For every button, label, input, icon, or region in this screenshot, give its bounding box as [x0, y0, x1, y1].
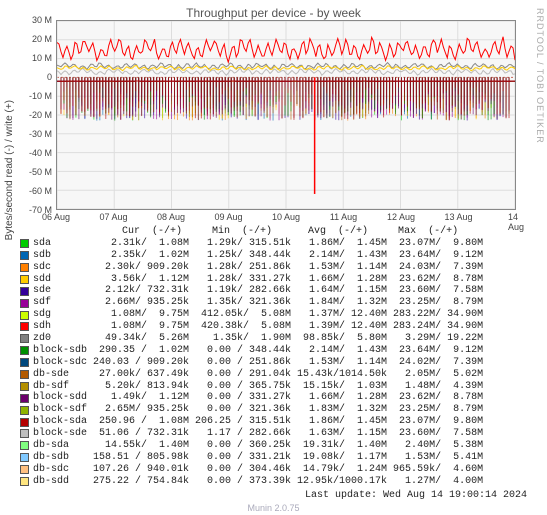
legend-row: sdg 1.08M/ 9.75M 412.05k/ 5.08M 1.37M/ 1…	[20, 309, 530, 321]
legend-row: db-sda 14.55k/ 1.40M 0.00 / 360.25k 19.3…	[20, 440, 530, 452]
legend-text: block-sdc 240.03 / 909.20k 0.00 / 251.86…	[33, 357, 483, 369]
legend-swatch	[20, 453, 29, 462]
legend-text: sdb 2.35k/ 1.02M 1.25k/ 348.44k 2.14M/ 1…	[33, 250, 483, 262]
legend-swatch	[20, 465, 29, 474]
y-axis-label: Bytes/second read (-) / write (+)	[4, 100, 15, 240]
legend-text: db-sde 27.00k/ 637.49k 0.00 / 291.04k 15…	[33, 369, 483, 381]
legend-swatch	[20, 263, 29, 272]
legend-text: zd0 49.34k/ 5.26M 1.35k/ 1.90M 98.85k/ 5…	[33, 333, 483, 345]
legend-row: sdd 3.56k/ 1.12M 1.28k/ 331.27k 1.66M/ 1…	[20, 273, 530, 285]
y-tick: -10 M	[29, 91, 52, 101]
x-tick: 13 Aug	[444, 212, 472, 222]
legend-swatch	[20, 441, 29, 450]
x-tick: 07 Aug	[99, 212, 127, 222]
legend-text: sdf 2.66M/ 935.25k 1.35k/ 321.36k 1.84M/…	[33, 297, 483, 309]
legend-row: db-sde 27.00k/ 637.49k 0.00 / 291.04k 15…	[20, 369, 530, 381]
legend-row: block-sde 51.06 / 732.31k 1.17 / 282.66k…	[20, 428, 530, 440]
legend-swatch	[20, 346, 29, 355]
last-update: Last update: Wed Aug 14 19:00:14 2024	[305, 490, 527, 501]
y-tick: -50 M	[29, 167, 52, 177]
legend-swatch	[20, 275, 29, 284]
legend-row: block-sdd 1.49k/ 1.12M 0.00 / 331.27k 1.…	[20, 392, 530, 404]
x-tick: 09 Aug	[214, 212, 242, 222]
legend-row: sdh 1.08M/ 9.75M 420.38k/ 5.08M 1.39M/ 1…	[20, 321, 530, 333]
y-tick: -60 M	[29, 186, 52, 196]
legend-header: Cur (-/+) Min (-/+) Avg (-/+) Max (-/+)	[20, 226, 530, 238]
y-tick: 0	[47, 72, 52, 82]
legend-swatch	[20, 287, 29, 296]
legend-text: sde 2.12k/ 732.31k 1.19k/ 282.66k 1.64M/…	[33, 285, 483, 297]
legend-text: sdd 3.56k/ 1.12M 1.28k/ 331.27k 1.66M/ 1…	[33, 274, 483, 286]
legend-swatch	[20, 429, 29, 438]
legend-text: sda 2.31k/ 1.08M 1.29k/ 315.51k 1.86M/ 1…	[33, 238, 483, 250]
legend-text: sdc 2.30k/ 909.20k 1.28k/ 251.86k 1.53M/…	[33, 262, 483, 274]
legend-row: zd0 49.34k/ 5.26M 1.35k/ 1.90M 98.85k/ 5…	[20, 333, 530, 345]
y-tick: 20 M	[32, 34, 52, 44]
y-tick: -30 M	[29, 129, 52, 139]
legend-swatch	[20, 239, 29, 248]
legend-row: db-sdd 275.22 / 754.84k 0.00 / 373.39k 1…	[20, 476, 530, 488]
legend-text: block-sdf 2.65M/ 935.25k 0.00 / 321.36k …	[33, 404, 483, 416]
plot-area	[56, 20, 516, 210]
legend-row: sdb 2.35k/ 1.02M 1.25k/ 348.44k 2.14M/ 1…	[20, 250, 530, 262]
legend-swatch	[20, 334, 29, 343]
legend-swatch	[20, 299, 29, 308]
legend-row: sdc 2.30k/ 909.20k 1.28k/ 251.86k 1.53M/…	[20, 262, 530, 274]
legend-row: block-sdf 2.65M/ 935.25k 0.00 / 321.36k …	[20, 404, 530, 416]
x-tick: 06 Aug	[42, 212, 70, 222]
watermark: RRDTOOL / TOBI OETIKER	[535, 8, 545, 144]
legend-text: sdg 1.08M/ 9.75M 412.05k/ 5.08M 1.37M/ 1…	[33, 309, 483, 321]
legend-row: sdf 2.66M/ 935.25k 1.35k/ 321.36k 1.84M/…	[20, 297, 530, 309]
legend-text: block-sda 250.96 / 1.08M 206.25 / 315.51…	[33, 416, 483, 428]
legend-text: db-sdc 107.26 / 940.01k 0.00 / 304.46k 1…	[33, 464, 483, 476]
legend-swatch	[20, 406, 29, 415]
legend-text: block-sdd 1.49k/ 1.12M 0.00 / 331.27k 1.…	[33, 392, 483, 404]
y-tick: 30 M	[32, 15, 52, 25]
legend-row: block-sdc 240.03 / 909.20k 0.00 / 251.86…	[20, 357, 530, 369]
y-tick: 10 M	[32, 53, 52, 63]
footer: Munin 2.0.75	[0, 503, 547, 513]
legend-swatch	[20, 382, 29, 391]
legend: Cur (-/+) Min (-/+) Avg (-/+) Max (-/+) …	[20, 226, 530, 488]
y-tick: -40 M	[29, 148, 52, 158]
legend-row: sda 2.31k/ 1.08M 1.29k/ 315.51k 1.86M/ 1…	[20, 238, 530, 250]
x-tick: 12 Aug	[387, 212, 415, 222]
legend-row: db-sdb 158.51 / 805.98k 0.00 / 331.21k 1…	[20, 452, 530, 464]
legend-swatch	[20, 394, 29, 403]
legend-text: db-sdf 5.20k/ 813.94k 0.00 / 365.75k 15.…	[33, 381, 483, 393]
legend-text: db-sda 14.55k/ 1.40M 0.00 / 360.25k 19.3…	[33, 440, 483, 452]
legend-swatch	[20, 322, 29, 331]
x-ticks: 06 Aug07 Aug08 Aug09 Aug10 Aug11 Aug12 A…	[56, 212, 516, 224]
legend-row: block-sda 250.96 / 1.08M 206.25 / 315.51…	[20, 416, 530, 428]
legend-swatch	[20, 477, 29, 486]
legend-row: sde 2.12k/ 732.31k 1.19k/ 282.66k 1.64M/…	[20, 285, 530, 297]
legend-row: db-sdc 107.26 / 940.01k 0.00 / 304.46k 1…	[20, 464, 530, 476]
x-tick: 11 Aug	[330, 212, 357, 222]
y-ticks: -70 M-60 M-50 M-40 M-30 M-20 M-10 M010 M…	[20, 20, 54, 210]
legend-swatch	[20, 370, 29, 379]
legend-text: db-sdd 275.22 / 754.84k 0.00 / 373.39k 1…	[33, 476, 483, 488]
x-tick: 08 Aug	[157, 212, 185, 222]
legend-text: block-sdb 290.35 / 1.02M 0.00 / 348.44k …	[33, 345, 483, 357]
legend-swatch	[20, 311, 29, 320]
legend-swatch	[20, 251, 29, 260]
legend-text: db-sdb 158.51 / 805.98k 0.00 / 331.21k 1…	[33, 452, 483, 464]
legend-text: block-sde 51.06 / 732.31k 1.17 / 282.66k…	[33, 428, 483, 440]
legend-row: block-sdb 290.35 / 1.02M 0.00 / 348.44k …	[20, 345, 530, 357]
x-tick: 10 Aug	[272, 212, 300, 222]
legend-swatch	[20, 358, 29, 367]
legend-text: sdh 1.08M/ 9.75M 420.38k/ 5.08M 1.39M/ 1…	[33, 321, 483, 333]
y-tick: -20 M	[29, 110, 52, 120]
legend-row: db-sdf 5.20k/ 813.94k 0.00 / 365.75k 15.…	[20, 380, 530, 392]
legend-swatch	[20, 418, 29, 427]
chart-title: Throughput per device - by week	[0, 6, 547, 20]
